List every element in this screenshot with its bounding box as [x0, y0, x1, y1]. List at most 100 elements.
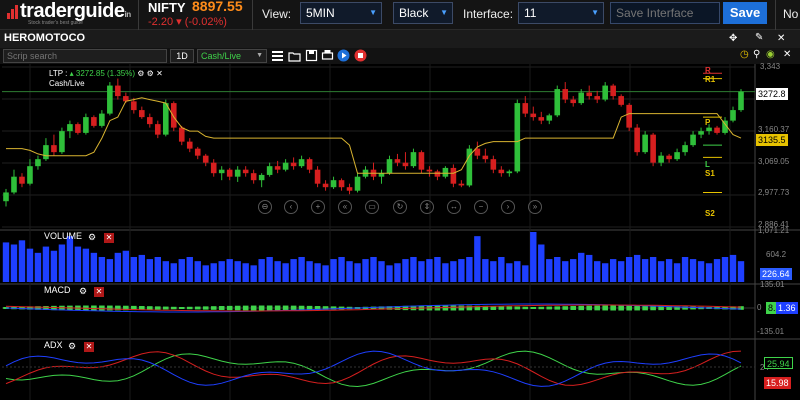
gear-icon[interactable]: ⚙ [88, 232, 96, 243]
timeframe-button[interactable]: 1D [170, 49, 194, 63]
candle [51, 145, 57, 153]
ltp-readout: LTP : ▴ 3272.85 (1.35%) ⚙ ⚙ ✕ [49, 69, 163, 78]
theme-select[interactable]: Black ▼ [393, 2, 453, 24]
split-icon[interactable]: ↔ [447, 200, 461, 214]
volume-bar [202, 265, 209, 282]
macd-histogram-bar [178, 306, 185, 310]
volume-bar [570, 259, 577, 282]
stop-icon[interactable] [354, 49, 367, 62]
volume-bar [442, 263, 449, 282]
close-icon[interactable]: ✕ [777, 33, 785, 44]
bars-icon[interactable] [271, 49, 284, 62]
divider [138, 0, 139, 30]
divider [775, 0, 776, 30]
volume-bar [34, 252, 42, 282]
eye-icon[interactable]: ◉ [766, 49, 775, 60]
candle [658, 155, 664, 163]
macd-histogram-bar [91, 305, 97, 311]
macd-histogram-bar [170, 306, 177, 310]
candle [99, 113, 105, 126]
notifications-label[interactable]: No [783, 7, 798, 21]
candle [314, 169, 321, 184]
candle [282, 162, 289, 170]
macd-histogram-bar [514, 306, 521, 310]
volume-bar [498, 257, 505, 282]
save-button[interactable]: Save [723, 2, 767, 24]
scrip-search-input[interactable] [3, 49, 167, 63]
zoom-out-icon[interactable]: ⊖ [258, 200, 272, 214]
save-interface-input[interactable] [610, 2, 720, 24]
pivot-l: L [705, 160, 710, 169]
volume-bar [98, 257, 106, 282]
adx-tag-red: 15.98 [764, 377, 791, 389]
close-icon[interactable]: ✕ [84, 342, 94, 352]
save-icon[interactable] [305, 49, 318, 62]
plot-area[interactable]: LTP : ▴ 3272.85 (1.35%) ⚙ ⚙ ✕ Cash/Live … [0, 62, 800, 400]
volume-bar [538, 244, 545, 282]
volume-bar [578, 252, 585, 282]
candle [714, 127, 720, 133]
chevron-down-icon: ▼ [369, 8, 377, 17]
macd-histogram-bar [282, 305, 289, 311]
macd-panel-title: MACD [44, 285, 71, 295]
volume-bar [26, 248, 34, 282]
candle [3, 192, 9, 202]
plus-icon[interactable]: + [311, 200, 325, 214]
candle [426, 169, 433, 172]
volume-bar [434, 257, 441, 282]
logo-icon [7, 5, 18, 19]
fit-icon[interactable]: ▭ [365, 200, 379, 214]
volume-bar [617, 261, 625, 282]
candle [258, 174, 265, 181]
macd-histogram-bar [226, 305, 233, 311]
pin-icon[interactable]: ✎ [755, 32, 763, 43]
candle [594, 96, 600, 100]
logo[interactable]: traderguidein Stock trader's best guide [6, 0, 131, 28]
first-icon[interactable]: « [338, 200, 352, 214]
pivot-s2: S2 [705, 209, 715, 218]
volume-bar [594, 261, 601, 282]
print-icon[interactable] [321, 49, 334, 62]
volume-bar [609, 259, 617, 282]
macd-histogram-bar [626, 305, 632, 311]
reload-icon[interactable]: ↻ [393, 200, 407, 214]
macd-histogram-bar [506, 306, 513, 310]
volume-bar [234, 261, 241, 282]
interface-select[interactable]: 11 ▼ [518, 2, 604, 24]
clock-icon[interactable]: ◷ [740, 49, 749, 60]
volume-bar [154, 257, 161, 282]
candle [154, 124, 161, 135]
candle [674, 152, 680, 160]
mode-select[interactable]: Cash/Live ▼ [197, 49, 267, 63]
candle [250, 173, 257, 181]
play-icon[interactable] [337, 49, 350, 62]
pivot-r: R [705, 66, 711, 75]
gear-icon[interactable]: ⚙ [79, 286, 87, 297]
open-icon[interactable] [288, 49, 301, 62]
volume-bar [426, 259, 433, 282]
adx-line [5, 350, 742, 386]
candle [682, 145, 688, 153]
macd-histogram-bar [578, 305, 585, 311]
up-icon[interactable]: ⇕ [420, 200, 434, 214]
move-icon[interactable]: ✥ [729, 33, 737, 44]
back-icon[interactable]: ‹ [284, 200, 298, 214]
end-icon[interactable]: » [528, 200, 542, 214]
candle [538, 117, 545, 121]
close-icon[interactable]: ✕ [94, 287, 104, 297]
macd-histogram-bar [522, 306, 529, 310]
price-tick: 3,160.37 [758, 125, 790, 134]
search-icon[interactable]: ⚲ [753, 49, 760, 60]
volume-bar [362, 259, 369, 282]
tools-icon[interactable]: ✕ [783, 49, 791, 60]
chart-canvas[interactable] [0, 64, 800, 400]
forward-icon[interactable]: › [501, 200, 515, 214]
volume-bar [402, 259, 409, 282]
view-select[interactable]: 5MIN ▼ [300, 2, 382, 24]
minus-icon[interactable]: − [474, 200, 488, 214]
volume-bar [138, 254, 146, 282]
close-icon: ✕ [156, 69, 163, 78]
gear-icon[interactable]: ⚙ [68, 341, 76, 352]
close-icon[interactable]: ✕ [104, 233, 114, 243]
price-tick: 3,069.05 [758, 157, 790, 166]
